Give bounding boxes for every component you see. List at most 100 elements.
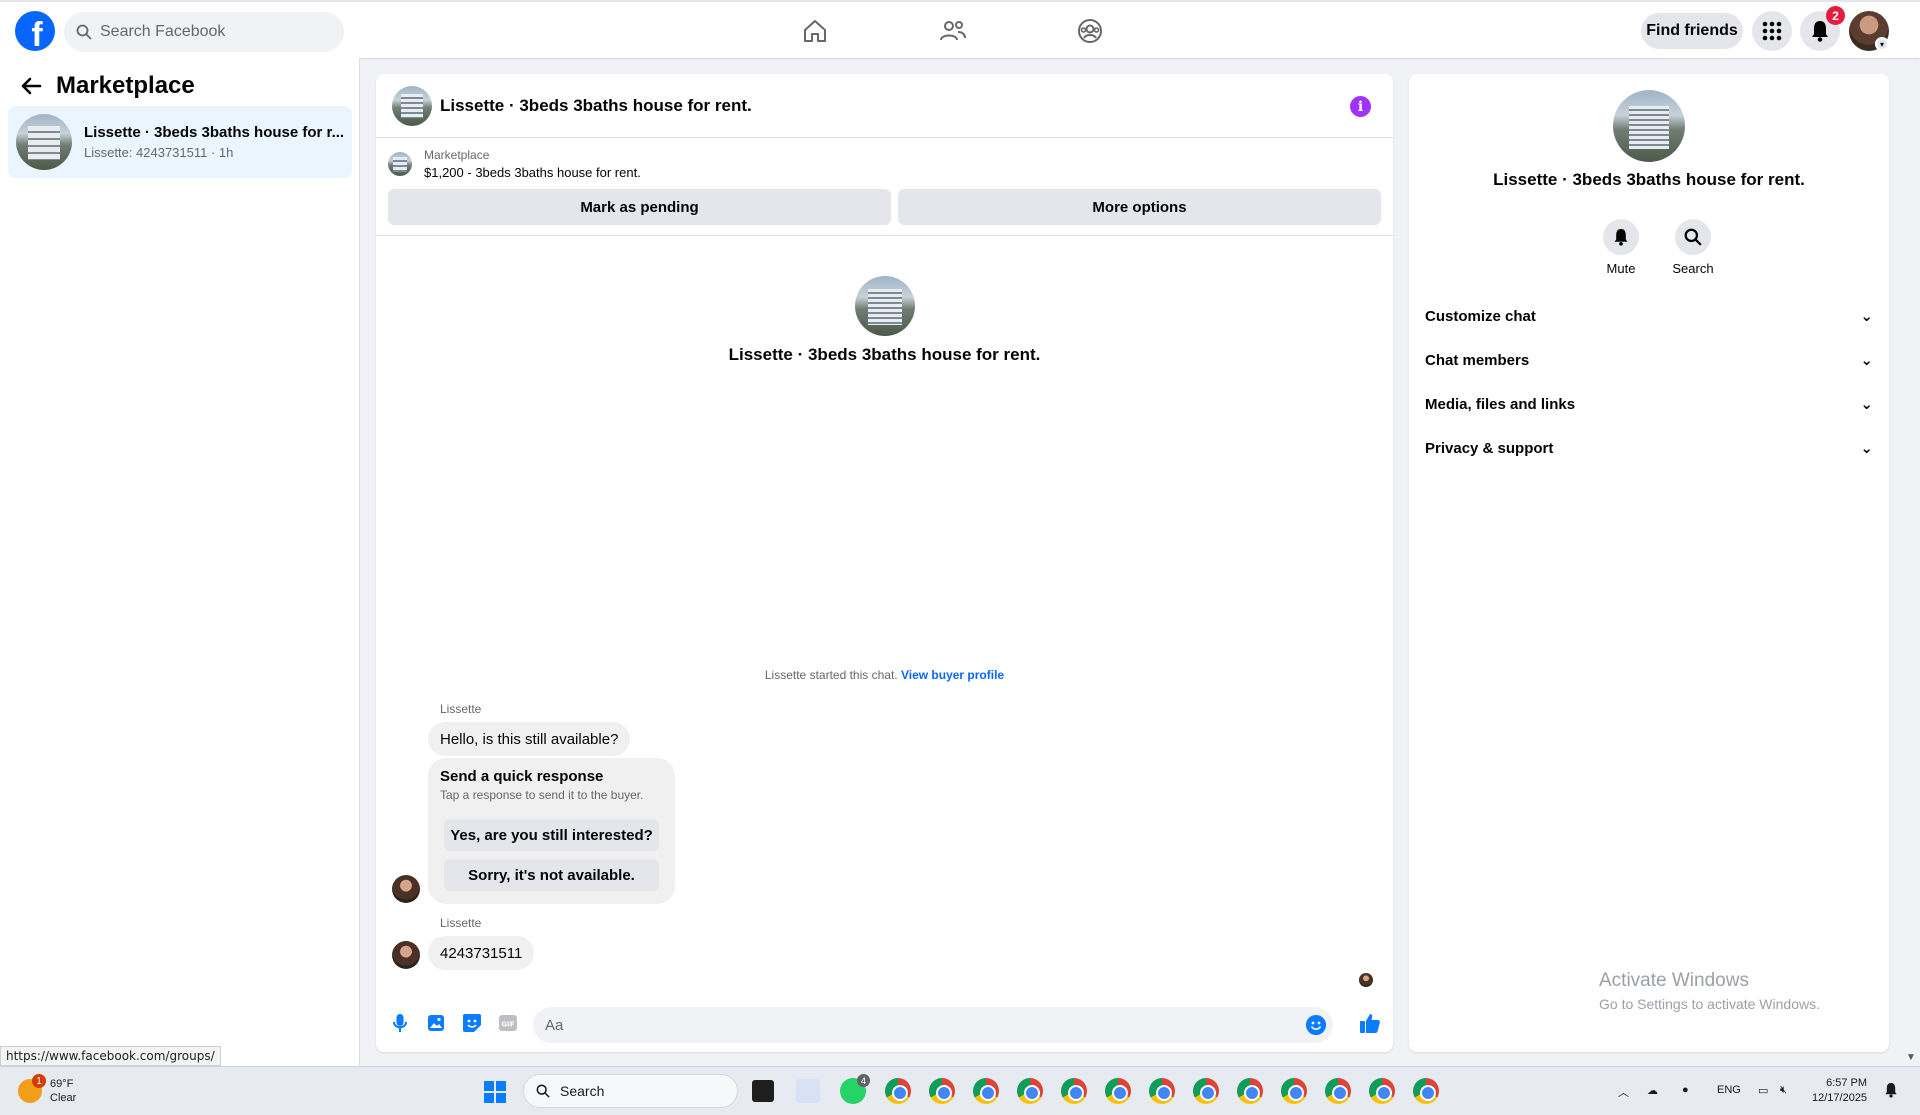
bell-icon bbox=[1603, 219, 1639, 255]
chat-members-row[interactable]: Chat members ⌄ bbox=[1425, 340, 1873, 380]
quick-response-no-button[interactable]: Sorry, it's not available. bbox=[444, 859, 659, 891]
house-avatar bbox=[16, 114, 72, 170]
find-friends-button[interactable]: Find friends bbox=[1641, 13, 1743, 49]
whatsapp-badge: 4 bbox=[857, 1074, 870, 1087]
clock-date: 12/17/2025 bbox=[1812, 1092, 1868, 1104]
listing-summary[interactable]: Marketplace $1,200 - 3beds 3baths house … bbox=[388, 148, 641, 180]
menu-grid-icon[interactable] bbox=[1752, 11, 1792, 51]
activate-subtitle: Go to Settings to activate Windows. bbox=[1599, 996, 1820, 1012]
mute-label: Mute bbox=[1606, 261, 1636, 276]
search-placeholder: Search Facebook bbox=[100, 23, 226, 40]
quick-response-subtitle: Tap a response to send it to the buyer. bbox=[440, 788, 644, 802]
sender-name: Lissette bbox=[440, 916, 482, 930]
facebook-logo[interactable]: f bbox=[15, 11, 55, 51]
network-icon[interactable]: ▭ bbox=[1758, 1084, 1768, 1097]
system-clock[interactable]: 6:57 PM 12/17/2025 bbox=[1812, 1076, 1867, 1106]
language-indicator[interactable]: ENG bbox=[1717, 1084, 1741, 1096]
chevron-down-icon: ⌄ bbox=[1860, 440, 1873, 457]
show-hidden-icons-chevron-icon[interactable]: ︿ bbox=[1618, 1084, 1629, 1100]
media-files-links-row[interactable]: Media, files and links ⌄ bbox=[1425, 384, 1873, 424]
page-title: Marketplace bbox=[56, 72, 195, 99]
conversation-title: Lissette · 3beds 3baths house for r... bbox=[84, 124, 345, 141]
row-label: Media, files and links bbox=[1425, 395, 1576, 413]
quick-response-yes-button[interactable]: Yes, are you still interested? bbox=[444, 819, 659, 851]
quick-response-title: Send a quick response bbox=[440, 768, 604, 785]
message-placeholder: Aa bbox=[545, 1016, 564, 1034]
view-buyer-profile-link[interactable]: View buyer profile bbox=[901, 668, 1004, 682]
chrome-icon[interactable] bbox=[1061, 1078, 1087, 1104]
snipping-tool-icon[interactable] bbox=[796, 1079, 820, 1103]
gif-icon[interactable]: GIF bbox=[498, 1013, 518, 1033]
thumbs-up-icon[interactable] bbox=[1359, 1012, 1381, 1034]
sender-avatar[interactable] bbox=[392, 875, 420, 903]
back-arrow-icon[interactable] bbox=[20, 76, 42, 96]
marketplace-header: Marketplace bbox=[20, 72, 195, 100]
app-tray-icon[interactable]: ● bbox=[1682, 1084, 1689, 1096]
more-options-button[interactable]: More options bbox=[898, 189, 1381, 225]
speaker-muted-icon[interactable]: 🔇︎ bbox=[1780, 1084, 1787, 1097]
notification-center-bell-icon[interactable] bbox=[1884, 1082, 1898, 1101]
listing-price: $1,200 - 3beds 3baths house for rent. bbox=[424, 165, 641, 180]
conversation-preview: Lissette: 4243731511 · 1h bbox=[84, 145, 234, 160]
customize-chat-row[interactable]: Customize chat ⌄ bbox=[1425, 296, 1873, 336]
divider bbox=[376, 235, 1393, 236]
chrome-icon[interactable] bbox=[1017, 1078, 1043, 1104]
taskbar-search-label: Search bbox=[560, 1083, 605, 1099]
chrome-icon[interactable] bbox=[1105, 1078, 1131, 1104]
sender-avatar[interactable] bbox=[392, 941, 420, 969]
search-facebook-input[interactable]: Search Facebook bbox=[64, 12, 344, 52]
message-bubble[interactable]: 4243731511 bbox=[428, 936, 535, 970]
seen-indicator-avatar bbox=[1359, 973, 1373, 987]
windows-taskbar: 1 69°F Clear Search 4 ︿ ☁ ● ENG ▭ 🔇︎ 6:5… bbox=[0, 1066, 1920, 1115]
info-icon[interactable]: i bbox=[1350, 96, 1371, 117]
chrome-icon[interactable] bbox=[973, 1078, 999, 1104]
windows-start-icon[interactable] bbox=[484, 1081, 506, 1103]
scroll-down-arrow-icon[interactable]: ▼ bbox=[1906, 1052, 1916, 1063]
weather-widget[interactable]: 1 69°F Clear bbox=[18, 1074, 77, 1105]
friends-icon[interactable] bbox=[938, 16, 968, 46]
chrome-icon[interactable] bbox=[1281, 1078, 1307, 1104]
weather-condition: Clear bbox=[50, 1092, 77, 1104]
notification-count-badge: 2 bbox=[1826, 6, 1845, 25]
chrome-icon[interactable] bbox=[1369, 1078, 1395, 1104]
photo-icon[interactable] bbox=[426, 1013, 446, 1033]
chrome-icon[interactable] bbox=[1413, 1078, 1439, 1104]
chrome-icon[interactable] bbox=[1149, 1078, 1175, 1104]
cloud-sync-icon[interactable]: ☁ bbox=[1647, 1084, 1658, 1097]
chrome-icon[interactable] bbox=[929, 1078, 955, 1104]
house-avatar[interactable] bbox=[392, 85, 432, 126]
emoji-icon[interactable] bbox=[1306, 1015, 1326, 1035]
whatsapp-icon[interactable]: 4 bbox=[840, 1074, 870, 1104]
row-label: Chat members bbox=[1425, 351, 1530, 369]
row-label: Privacy & support bbox=[1425, 439, 1554, 457]
microphone-icon[interactable] bbox=[390, 1013, 410, 1033]
chevron-down-icon[interactable]: ▾ bbox=[1875, 37, 1889, 51]
chat-header: Lissette · 3beds 3baths house for rent. bbox=[376, 74, 1393, 138]
house-avatar[interactable] bbox=[855, 276, 915, 336]
row-label: Customize chat bbox=[1425, 307, 1536, 325]
chrome-icon[interactable] bbox=[1325, 1078, 1351, 1104]
taskbar-search[interactable]: Search bbox=[523, 1074, 738, 1108]
chrome-icon[interactable] bbox=[885, 1078, 911, 1104]
conversation-item[interactable]: Lissette · 3beds 3baths house for r... L… bbox=[8, 106, 352, 178]
message-input[interactable]: Aa bbox=[533, 1007, 1333, 1043]
listing-thumbnail bbox=[388, 152, 412, 176]
search-conversation-button[interactable]: Search bbox=[1658, 219, 1728, 276]
home-icon[interactable] bbox=[800, 16, 830, 46]
message-bubble[interactable]: Hello, is this still available? bbox=[428, 722, 631, 756]
mark-as-pending-button[interactable]: Mark as pending bbox=[388, 189, 891, 225]
chrome-icon[interactable] bbox=[1237, 1078, 1263, 1104]
groups-icon[interactable] bbox=[1075, 16, 1105, 46]
chat-title[interactable]: Lissette · 3beds 3baths house for rent. bbox=[440, 96, 752, 116]
chevron-down-icon: ⌄ bbox=[1860, 308, 1873, 325]
mute-button[interactable]: Mute bbox=[1586, 219, 1656, 276]
activate-title: Activate Windows bbox=[1599, 970, 1749, 991]
started-text: Lissette started this chat. bbox=[764, 668, 898, 682]
sticker-icon[interactable] bbox=[462, 1013, 482, 1033]
sticky-notes-icon[interactable] bbox=[752, 1080, 774, 1102]
privacy-support-row[interactable]: Privacy & support ⌄ bbox=[1425, 428, 1873, 468]
conversation-list-panel: Marketplace Lissette · 3beds 3baths hous… bbox=[0, 58, 360, 1066]
house-avatar[interactable] bbox=[1613, 90, 1685, 162]
chrome-icon[interactable] bbox=[1193, 1078, 1219, 1104]
chat-intro-title: Lissette · 3beds 3baths house for rent. bbox=[728, 345, 1041, 364]
